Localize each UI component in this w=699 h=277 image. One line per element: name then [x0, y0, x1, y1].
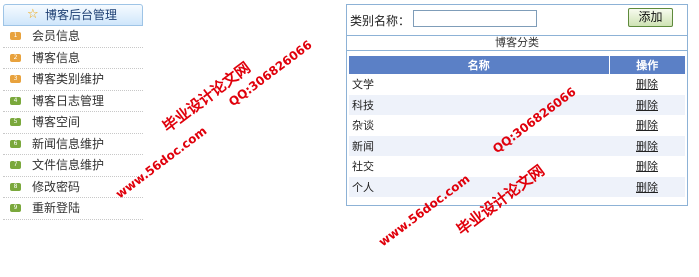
- sidebar-item-label[interactable]: 文件信息维护: [32, 155, 104, 175]
- section-title: 博客分类: [347, 35, 687, 51]
- delete-link[interactable]: 删除: [636, 78, 658, 91]
- table-row: 个人 删除: [349, 176, 685, 197]
- delete-link[interactable]: 删除: [636, 181, 658, 194]
- category-table: 名称 操作 文学 删除 科技 删除 杂谈 删除 新闻 删除 社交 删除 个人 删除: [349, 56, 685, 197]
- sidebar-item-label[interactable]: 新闻信息维护: [32, 134, 104, 154]
- sidebar-item-blog-info[interactable]: 2 博客信息: [3, 48, 143, 69]
- category-name-label: 类别名称：: [350, 14, 411, 28]
- table-row: 科技 删除: [349, 94, 685, 115]
- sidebar-item-news[interactable]: 6 新闻信息维护: [3, 134, 143, 155]
- sidebar-item-label[interactable]: 重新登陆: [32, 198, 80, 218]
- category-name-cell: 科技: [349, 94, 609, 115]
- sidebar-item-label[interactable]: 博客空间: [32, 112, 80, 132]
- operation-cell: 删除: [609, 94, 685, 115]
- table-row: 新闻 删除: [349, 135, 685, 156]
- sidebar-item-member-info[interactable]: 1 会员信息: [3, 26, 143, 48]
- number-badge-icon: 9: [10, 204, 21, 212]
- number-badge-icon: 2: [10, 53, 21, 62]
- sidebar-item-label[interactable]: 博客类别维护: [32, 69, 104, 89]
- category-name-input[interactable]: [413, 10, 537, 27]
- sidebar-item-blog-category[interactable]: 3 博客类别维护: [3, 69, 143, 91]
- number-badge-icon: 3: [10, 75, 21, 83]
- sidebar-item-label[interactable]: 会员信息: [32, 26, 80, 46]
- sidebar-header: ☆ 博客后台管理: [3, 4, 143, 26]
- delete-link[interactable]: 删除: [636, 160, 658, 173]
- number-badge-icon: 5: [10, 118, 21, 126]
- category-name-cell: 社交: [349, 156, 609, 177]
- number-badge-icon: 4: [10, 96, 21, 105]
- table-row: 文学 删除: [349, 74, 685, 95]
- table-row: 社交 删除: [349, 156, 685, 177]
- table-row: 杂谈 删除: [349, 115, 685, 136]
- delete-link[interactable]: 删除: [636, 140, 658, 153]
- star-icon: ☆: [27, 7, 39, 22]
- add-button[interactable]: 添加: [628, 8, 673, 27]
- operation-cell: 删除: [609, 135, 685, 156]
- sidebar-item-blog-space[interactable]: 5 博客空间: [3, 112, 143, 134]
- sidebar-item-label[interactable]: 修改密码: [32, 177, 80, 197]
- operation-cell: 删除: [609, 115, 685, 136]
- sidebar-item-label[interactable]: 博客信息: [32, 48, 80, 68]
- sidebar: ☆ 博客后台管理 1 会员信息 2 博客信息 3 博客类别维护 4 博客日志管理 5 博客…: [3, 4, 143, 220]
- sidebar-title: 博客后台管理: [45, 8, 118, 22]
- column-header-name: 名称: [349, 56, 610, 74]
- delete-link[interactable]: 删除: [636, 119, 658, 132]
- sidebar-item-files[interactable]: 7 文件信息维护: [3, 155, 143, 177]
- add-category-form: 类别名称： 添加: [347, 5, 687, 31]
- delete-link[interactable]: 删除: [636, 99, 658, 112]
- number-badge-icon: 1: [10, 32, 21, 40]
- number-badge-icon: 8: [10, 182, 21, 191]
- column-header-operation: 操作: [609, 56, 685, 74]
- category-name-cell: 杂谈: [349, 115, 609, 136]
- category-name-cell: 个人: [349, 176, 609, 197]
- category-panel: 类别名称： 添加 博客分类 名称 操作 文学 删除 科技 删除 杂谈 删除 新闻 删除 …: [346, 4, 688, 206]
- operation-cell: 删除: [609, 156, 685, 177]
- operation-cell: 删除: [609, 176, 685, 197]
- watermark-qq: QQ:306826066: [226, 37, 315, 110]
- sidebar-menu: 1 会员信息 2 博客信息 3 博客类别维护 4 博客日志管理 5 博客空间 6 新闻信息维…: [3, 26, 143, 220]
- sidebar-item-relogin[interactable]: 9 重新登陆: [3, 198, 143, 220]
- operation-cell: 删除: [609, 74, 685, 95]
- sidebar-item-blog-log[interactable]: 4 博客日志管理: [3, 91, 143, 112]
- table-header-row: 名称 操作: [349, 56, 685, 74]
- watermark-site-name: 毕业设计论文网: [159, 58, 254, 136]
- sidebar-item-change-password[interactable]: 8 修改密码: [3, 177, 143, 198]
- number-badge-icon: 6: [10, 139, 21, 148]
- category-name-cell: 新闻: [349, 135, 609, 156]
- sidebar-item-label[interactable]: 博客日志管理: [32, 91, 104, 111]
- category-name-cell: 文学: [349, 74, 609, 95]
- number-badge-icon: 7: [10, 161, 21, 169]
